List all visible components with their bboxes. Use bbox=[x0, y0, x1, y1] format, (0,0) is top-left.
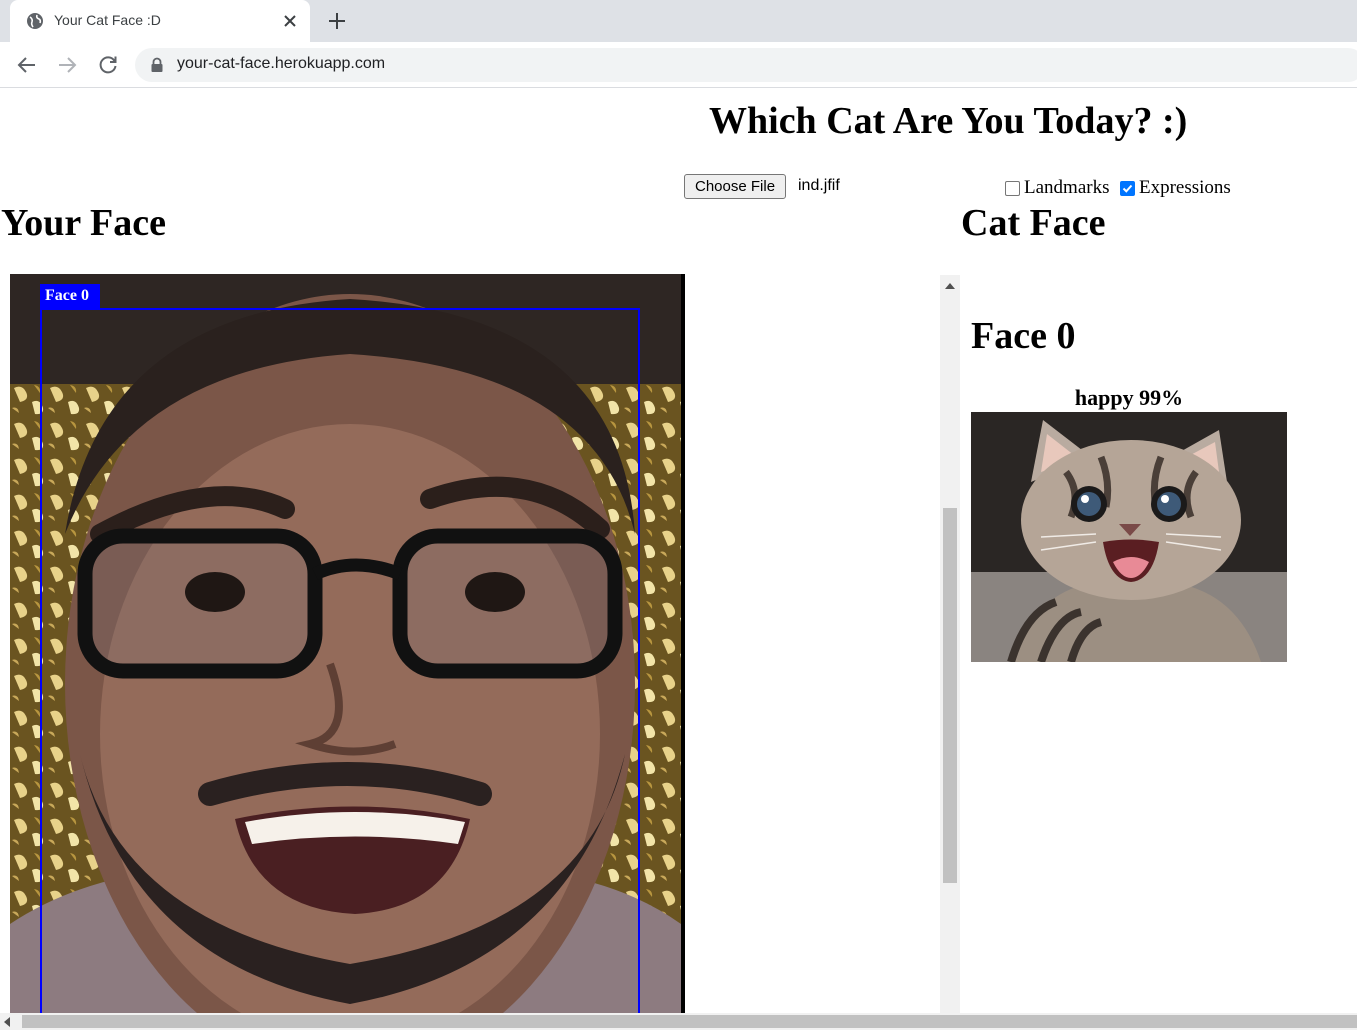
landmarks-label: Landmarks bbox=[1024, 177, 1110, 198]
landmarks-checkbox[interactable] bbox=[1005, 180, 1020, 196]
horizontal-scrollbar-thumb[interactable] bbox=[22, 1015, 1357, 1028]
forward-arrow-icon[interactable] bbox=[55, 53, 79, 77]
expressions-label: Expressions bbox=[1139, 177, 1231, 198]
scroll-up-arrow-icon[interactable] bbox=[945, 283, 955, 289]
tab-title: Your Cat Face :D bbox=[54, 12, 161, 28]
checkmark-icon bbox=[1122, 184, 1133, 193]
happy-kitten-illustration bbox=[971, 412, 1287, 662]
browser-toolbar: your-cat-face.herokuapp.com bbox=[0, 42, 1357, 88]
browser-tab-strip: Your Cat Face :D bbox=[0, 0, 1357, 42]
globe-icon bbox=[27, 13, 43, 29]
expressions-option[interactable]: Expressions bbox=[1120, 177, 1231, 199]
address-bar[interactable]: your-cat-face.herokuapp.com bbox=[135, 48, 1357, 82]
expressions-checkbox[interactable] bbox=[1120, 180, 1135, 196]
uploaded-face-image: Face 0 bbox=[10, 274, 685, 1014]
lock-icon bbox=[151, 57, 163, 72]
browser-tab[interactable]: Your Cat Face :D bbox=[10, 0, 310, 42]
page-horizontal-scrollbar[interactable] bbox=[0, 1013, 1357, 1030]
url-text: your-cat-face.herokuapp.com bbox=[177, 55, 386, 72]
file-name: ind.jfif bbox=[798, 177, 840, 194]
cat-face-heading: Cat Face bbox=[961, 202, 1106, 244]
page-content: Which Cat Are You Today? :) Choose File … bbox=[0, 89, 1357, 1015]
new-tab-icon[interactable] bbox=[326, 10, 348, 32]
back-arrow-icon[interactable] bbox=[15, 53, 39, 77]
scroll-left-arrow-icon[interactable] bbox=[4, 1017, 10, 1027]
page-title: Which Cat Are You Today? :) bbox=[709, 100, 1188, 142]
face-detection-box bbox=[40, 308, 640, 1014]
result-face-title: Face 0 bbox=[971, 315, 1076, 357]
results-scrollbar-thumb[interactable] bbox=[943, 508, 957, 883]
choose-file-button[interactable]: Choose File bbox=[684, 174, 787, 199]
results-scrollbar[interactable] bbox=[940, 275, 960, 1015]
close-tab-icon[interactable] bbox=[280, 11, 300, 31]
your-face-heading: Your Face bbox=[1, 202, 166, 244]
landmarks-option[interactable]: Landmarks bbox=[1005, 177, 1109, 199]
reload-icon[interactable] bbox=[96, 53, 120, 77]
cat-image bbox=[971, 412, 1287, 662]
expression-label: happy 99% bbox=[1074, 385, 1184, 410]
face-detection-tag: Face 0 bbox=[40, 284, 100, 308]
